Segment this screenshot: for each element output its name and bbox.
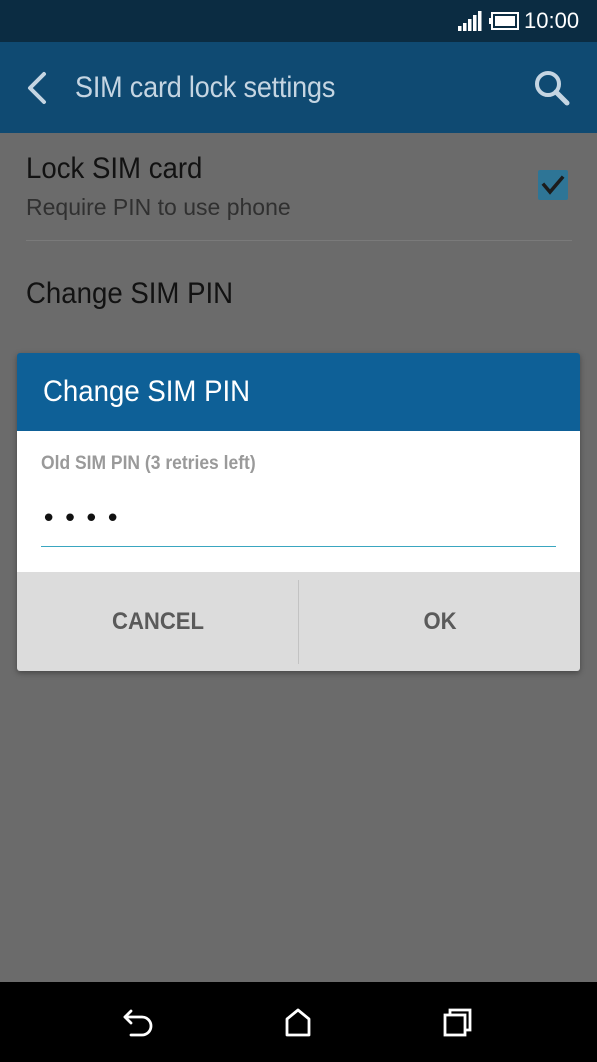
lock-sim-checkbox[interactable]: [538, 170, 568, 200]
divider: [26, 240, 572, 241]
old-pin-label: Old SIM PIN (3 retries left): [41, 453, 256, 474]
dialog-title: Change SIM PIN: [43, 375, 251, 408]
status-bar: 10:00: [0, 0, 597, 42]
change-pin-dialog: Change SIM PIN Old SIM PIN (3 retries le…: [17, 353, 580, 671]
cancel-button[interactable]: CANCEL: [17, 572, 298, 671]
old-pin-input[interactable]: [41, 497, 556, 541]
nav-back-icon[interactable]: [119, 1002, 159, 1042]
signal-icon: [458, 11, 482, 31]
status-time: 10:00: [524, 8, 580, 33]
lock-sim-subtitle: Require PIN to use phone: [26, 194, 291, 220]
ok-button[interactable]: OK: [299, 572, 580, 671]
dialog-body: Old SIM PIN (3 retries left): [17, 431, 580, 572]
dialog-header: Change SIM PIN: [17, 353, 580, 431]
input-underline: [41, 546, 556, 547]
change-pin-title: Change SIM PIN: [26, 277, 234, 310]
battery-icon: [489, 12, 519, 30]
dialog-actions: CANCEL OK: [17, 572, 580, 671]
back-arrow-icon[interactable]: [22, 68, 54, 108]
nav-home-icon[interactable]: [278, 1002, 318, 1042]
navigation-bar: [0, 982, 597, 1062]
search-icon[interactable]: [530, 66, 574, 110]
ok-label: OK: [422, 607, 457, 635]
checkmark-icon: [541, 175, 565, 195]
app-bar: SIM card lock settings: [0, 42, 597, 133]
lock-sim-title: Lock SIM card: [26, 152, 203, 185]
nav-recents-icon[interactable]: [437, 1002, 477, 1042]
page-title: SIM card lock settings: [75, 71, 336, 104]
cancel-label: CANCEL: [111, 607, 204, 635]
